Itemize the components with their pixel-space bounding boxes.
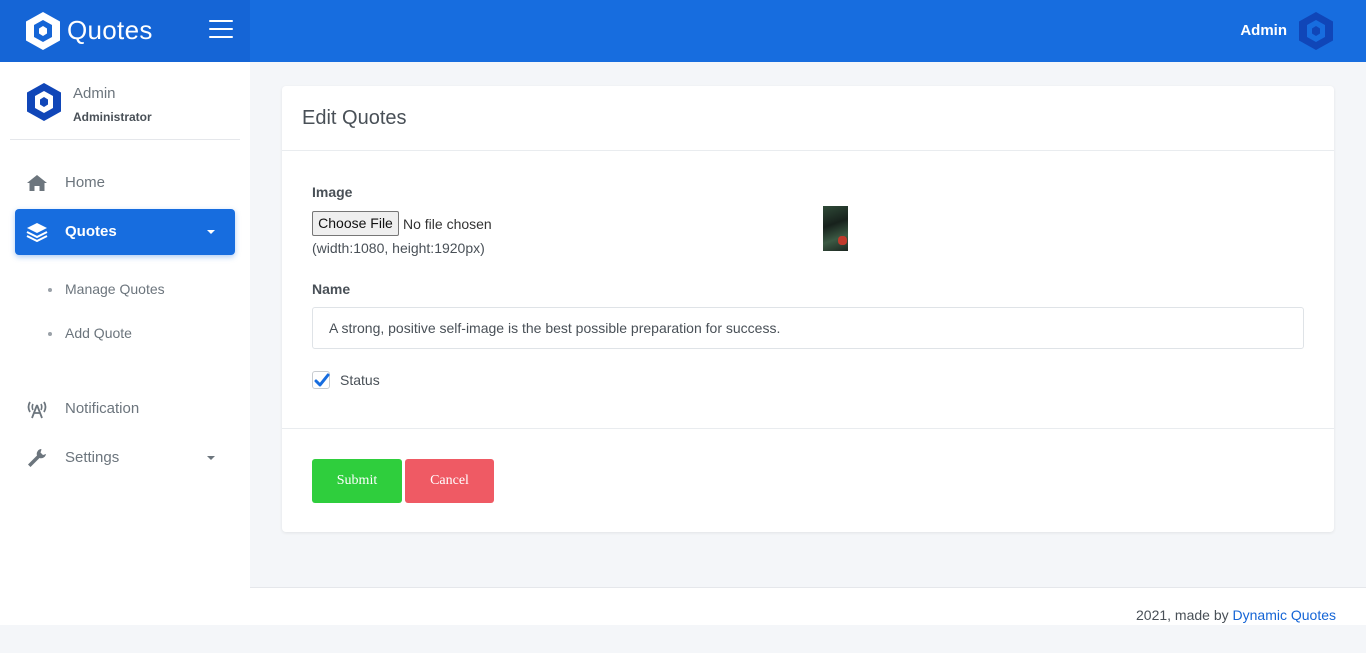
user-avatar-icon[interactable] [1297, 11, 1335, 51]
brand-area: Quotes [0, 0, 250, 62]
sidebar: Admin Administrator Home Quotes Manage Q… [0, 62, 250, 625]
bullet-icon [48, 288, 52, 292]
card-header: Edit Quotes [282, 86, 1334, 151]
sidebar-item-settings[interactable]: Settings [15, 435, 235, 481]
footer-text: 2021, made by Dynamic Quotes [1136, 607, 1336, 623]
sidebar-item-label: Settings [65, 449, 120, 466]
submit-button[interactable]: Submit [312, 459, 402, 503]
status-checkbox[interactable] [312, 371, 330, 389]
sidebar-item-label: Home [65, 174, 106, 191]
menu-toggle-icon[interactable] [209, 20, 233, 40]
avatar-icon [27, 83, 61, 121]
wrench-icon [28, 449, 46, 467]
sidebar-item-home[interactable]: Home [15, 160, 235, 206]
sidebar-item-quotes[interactable]: Quotes [15, 209, 235, 255]
status-label: Status [340, 372, 380, 388]
chevron-down-icon [207, 456, 215, 460]
sidebar-subitem-label: Manage Quotes [65, 281, 165, 297]
choose-file-button[interactable]: Choose File [312, 211, 399, 236]
home-icon [27, 175, 47, 191]
sidebar-user-role: Administrator [73, 110, 152, 124]
divider [282, 428, 1334, 429]
sidebar-subitem-label: Add Quote [65, 325, 132, 341]
sidebar-item-label: Quotes [65, 223, 117, 240]
brand-name[interactable]: Quotes [67, 15, 153, 46]
image-thumbnail [823, 206, 848, 251]
checkmark-icon [314, 373, 330, 387]
bullet-icon [48, 332, 52, 336]
image-size-hint: (width:1080, height:1920px) [312, 240, 485, 256]
edit-quotes-card: Edit Quotes Image Choose File No file ch… [282, 86, 1334, 532]
footer-credit: 2021, made by [1136, 607, 1233, 623]
image-label: Image [312, 184, 353, 200]
footer-link[interactable]: Dynamic Quotes [1233, 607, 1336, 623]
sidebar-item-label: Notification [65, 400, 140, 417]
file-status-text: No file chosen [403, 216, 492, 232]
sidebar-item-notification[interactable]: Notification [15, 386, 235, 432]
brand-logo-icon [26, 12, 60, 50]
chevron-down-icon [207, 230, 215, 234]
top-navbar: Quotes Admin [0, 0, 1366, 62]
sidebar-user-name[interactable]: Admin [73, 85, 116, 102]
cancel-button[interactable]: Cancel [405, 459, 494, 503]
layers-icon [26, 223, 48, 242]
user-panel: Admin Administrator [10, 62, 240, 140]
broadcast-icon [27, 401, 47, 419]
name-label: Name [312, 281, 351, 297]
top-user-name[interactable]: Admin [1240, 22, 1287, 39]
page-title: Edit Quotes [302, 107, 407, 129]
footer: 2021, made by Dynamic Quotes [250, 587, 1366, 625]
name-input[interactable]: A strong, positive self-image is the bes… [312, 307, 1304, 349]
